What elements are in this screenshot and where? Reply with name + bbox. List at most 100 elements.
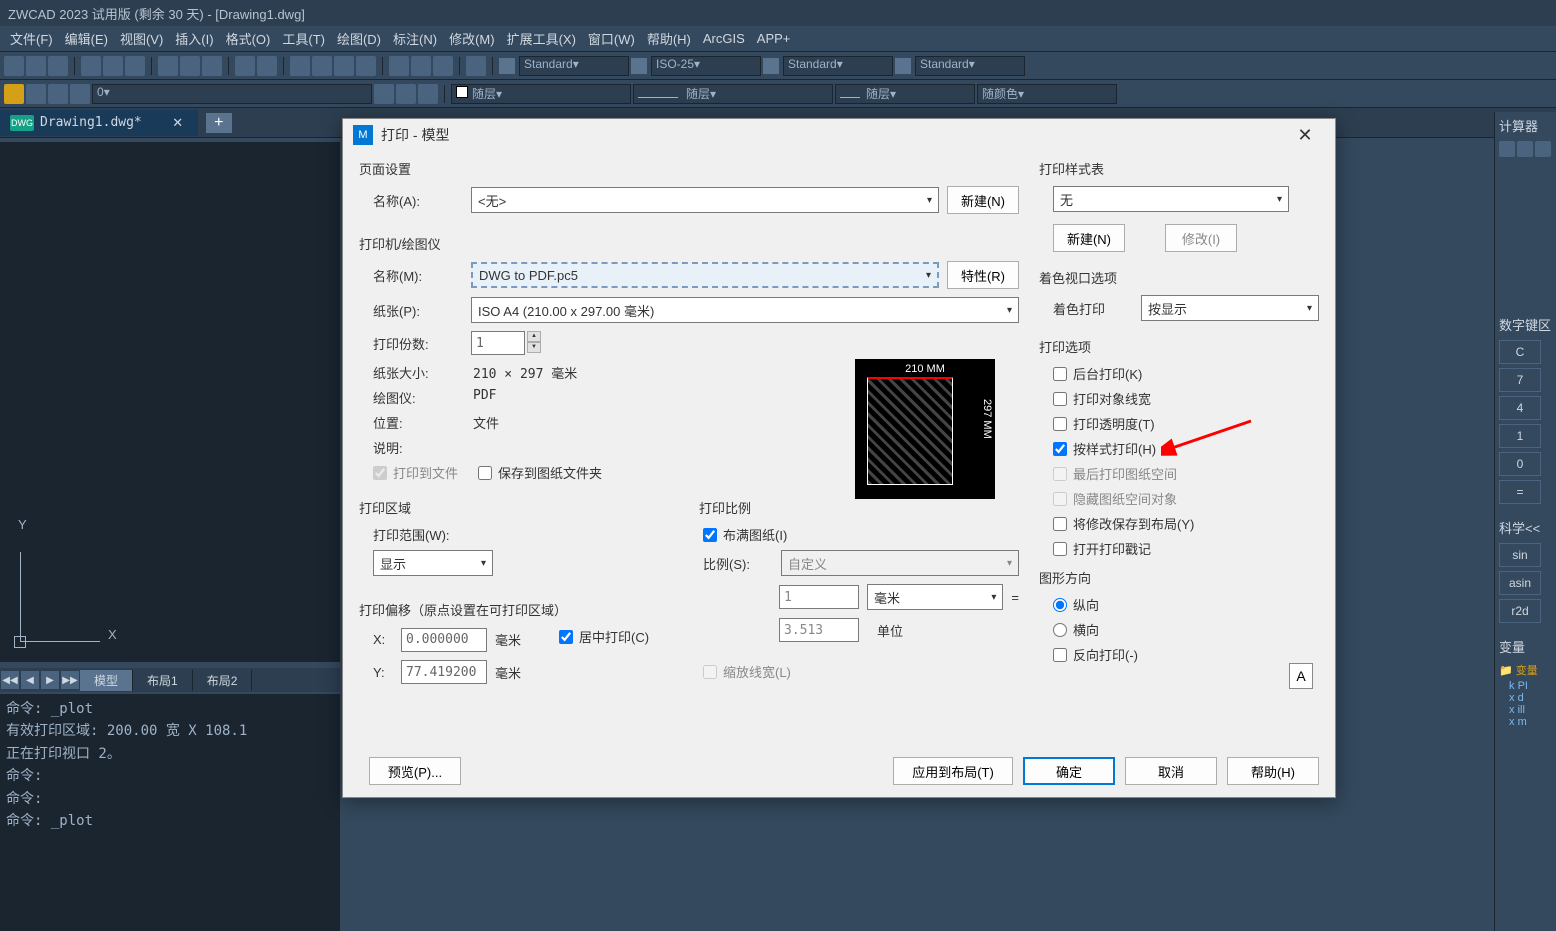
plot-range-combo[interactable]: 显示▾ [373, 550, 493, 576]
first-layout-icon[interactable]: ◀◀ [1, 671, 19, 689]
menu-dim[interactable]: 标注(N) [387, 27, 443, 50]
color-combo[interactable]: 随层▾ [451, 84, 631, 104]
preview-icon[interactable] [103, 56, 123, 76]
plot-stamp-checkbox[interactable]: 打开打印戳记 [1053, 539, 1319, 558]
layer-lock-icon[interactable] [70, 84, 90, 104]
menu-app[interactable]: APP+ [751, 29, 797, 48]
tablestyle-combo[interactable]: Standard▾ [763, 56, 893, 76]
save-icon[interactable] [48, 56, 68, 76]
new-style-button[interactable]: 新建(N) [1053, 224, 1125, 252]
prev-layout-icon[interactable]: ◀ [21, 671, 39, 689]
menu-file[interactable]: 文件(F) [4, 27, 59, 50]
paste-icon[interactable] [202, 56, 222, 76]
model-tab[interactable]: 模型 [80, 670, 133, 691]
new-tab-button[interactable]: + [206, 113, 232, 133]
shade-combo[interactable]: 按显示▾ [1141, 295, 1319, 321]
document-tab[interactable]: DWG Drawing1.dwg* ✕ [0, 110, 198, 136]
zoom-prev-icon[interactable] [356, 56, 376, 76]
key-asin[interactable]: asin [1499, 571, 1541, 595]
layout2-tab[interactable]: 布局2 [193, 670, 253, 691]
textstyle-combo[interactable]: Standard▾ [499, 56, 629, 76]
menu-view[interactable]: 视图(V) [114, 27, 169, 50]
center-plot-checkbox[interactable]: 居中打印(C) [559, 627, 649, 646]
copies-spinner[interactable]: ▲▼ [471, 331, 541, 355]
plotstyle-combo[interactable]: 随颜色▾ [977, 84, 1117, 104]
spinner-up-icon[interactable]: ▲ [527, 331, 541, 342]
landscape-radio[interactable]: 横向 [1053, 620, 1319, 639]
help-button[interactable]: 帮助(H) [1227, 757, 1319, 785]
menu-window[interactable]: 窗口(W) [582, 27, 641, 50]
linetype-combo[interactable]: 随层▾ [633, 84, 833, 104]
calc-tool-icon[interactable] [1535, 141, 1551, 157]
var-item[interactable]: k PI [1509, 680, 1552, 692]
fit-to-paper-checkbox[interactable]: 布满图纸(I) [703, 525, 1019, 544]
layer-tool3-icon[interactable] [418, 84, 438, 104]
calc-icon[interactable] [466, 56, 486, 76]
menu-draw[interactable]: 绘图(D) [331, 27, 387, 50]
zoom-window-icon[interactable] [334, 56, 354, 76]
printer-properties-button[interactable]: 特性(R) [947, 261, 1019, 289]
next-layout-icon[interactable]: ▶ [41, 671, 59, 689]
key-r2d[interactable]: r2d [1499, 599, 1541, 623]
new-icon[interactable] [4, 56, 24, 76]
key-sin[interactable]: sin [1499, 543, 1541, 567]
plot-bystyle-checkbox[interactable]: 按样式打印(H) [1053, 439, 1319, 458]
var-item[interactable]: x d [1509, 692, 1552, 704]
key-0[interactable]: 0 [1499, 452, 1541, 476]
last-layout-icon[interactable]: ▶▶ [61, 671, 79, 689]
key-4[interactable]: 4 [1499, 396, 1541, 420]
key-7[interactable]: 7 [1499, 368, 1541, 392]
cancel-button[interactable]: 取消 [1125, 757, 1217, 785]
var-item[interactable]: x ill [1509, 704, 1552, 716]
plot-lw-checkbox[interactable]: 打印对象线宽 [1053, 389, 1319, 408]
calc-tool-icon[interactable] [1517, 141, 1533, 157]
copy-icon[interactable] [180, 56, 200, 76]
mlstyle-combo[interactable]: Standard▾ [895, 56, 1025, 76]
menu-modify[interactable]: 修改(M) [443, 27, 501, 50]
toolpalette-icon[interactable] [433, 56, 453, 76]
properties-icon[interactable] [389, 56, 409, 76]
save-to-sheet-checkbox[interactable]: 保存到图纸文件夹 [478, 463, 602, 482]
paper-combo[interactable]: ISO A4 (210.00 x 297.00 毫米)▾ [471, 297, 1019, 323]
key-c[interactable]: C [1499, 340, 1541, 364]
ok-button[interactable]: 确定 [1023, 757, 1115, 785]
menu-help[interactable]: 帮助(H) [641, 27, 697, 50]
open-icon[interactable] [26, 56, 46, 76]
printer-name-combo[interactable]: DWG to PDF.pc5▾ [471, 262, 939, 288]
layer-freeze-icon[interactable] [48, 84, 68, 104]
var-folder[interactable]: 📁 变量 [1499, 662, 1552, 678]
layer-combo[interactable]: 0▾ [92, 84, 372, 104]
page-name-combo[interactable]: <无>▾ [471, 187, 939, 213]
bg-plot-checkbox[interactable]: 后台打印(K) [1053, 364, 1319, 383]
scale-unit-combo[interactable]: 毫米▾ [867, 584, 1003, 610]
menu-extend[interactable]: 扩展工具(X) [501, 27, 582, 50]
reverse-plot-checkbox[interactable]: 反向打印(-) [1053, 645, 1319, 664]
key-1[interactable]: 1 [1499, 424, 1541, 448]
menu-tools[interactable]: 工具(T) [276, 27, 331, 50]
plot-style-combo[interactable]: 无▾ [1053, 186, 1289, 212]
zoom-icon[interactable] [312, 56, 332, 76]
layer-states-icon[interactable] [26, 84, 46, 104]
redo-icon[interactable] [257, 56, 277, 76]
print-icon[interactable] [81, 56, 101, 76]
command-line[interactable]: 命令: _plot 有效打印区域: 200.00 宽 X 108.1 正在打印视… [0, 694, 340, 931]
calc-tool-icon[interactable] [1499, 141, 1515, 157]
plot-trans-checkbox[interactable]: 打印透明度(T) [1053, 414, 1319, 433]
var-item[interactable]: x m [1509, 716, 1552, 728]
preview-button[interactable]: 预览(P)... [369, 757, 461, 785]
drawing-canvas[interactable]: Y X [0, 142, 340, 662]
menu-insert[interactable]: 插入(I) [169, 27, 219, 50]
key-eq[interactable]: = [1499, 480, 1541, 504]
close-icon[interactable]: ✕ [1285, 125, 1325, 146]
apply-to-layout-button[interactable]: 应用到布局(T) [893, 757, 1013, 785]
dimstyle-combo[interactable]: ISO-25▾ [631, 56, 761, 76]
new-page-setup-button[interactable]: 新建(N) [947, 186, 1019, 214]
layer-icon[interactable] [4, 84, 24, 104]
layer-tool2-icon[interactable] [396, 84, 416, 104]
undo-icon[interactable] [235, 56, 255, 76]
save-layout-checkbox[interactable]: 将修改保存到布局(Y) [1053, 514, 1319, 533]
portrait-radio[interactable]: 纵向 [1053, 595, 1319, 614]
cut-icon[interactable] [158, 56, 178, 76]
designctr-icon[interactable] [411, 56, 431, 76]
spinner-down-icon[interactable]: ▼ [527, 342, 541, 353]
